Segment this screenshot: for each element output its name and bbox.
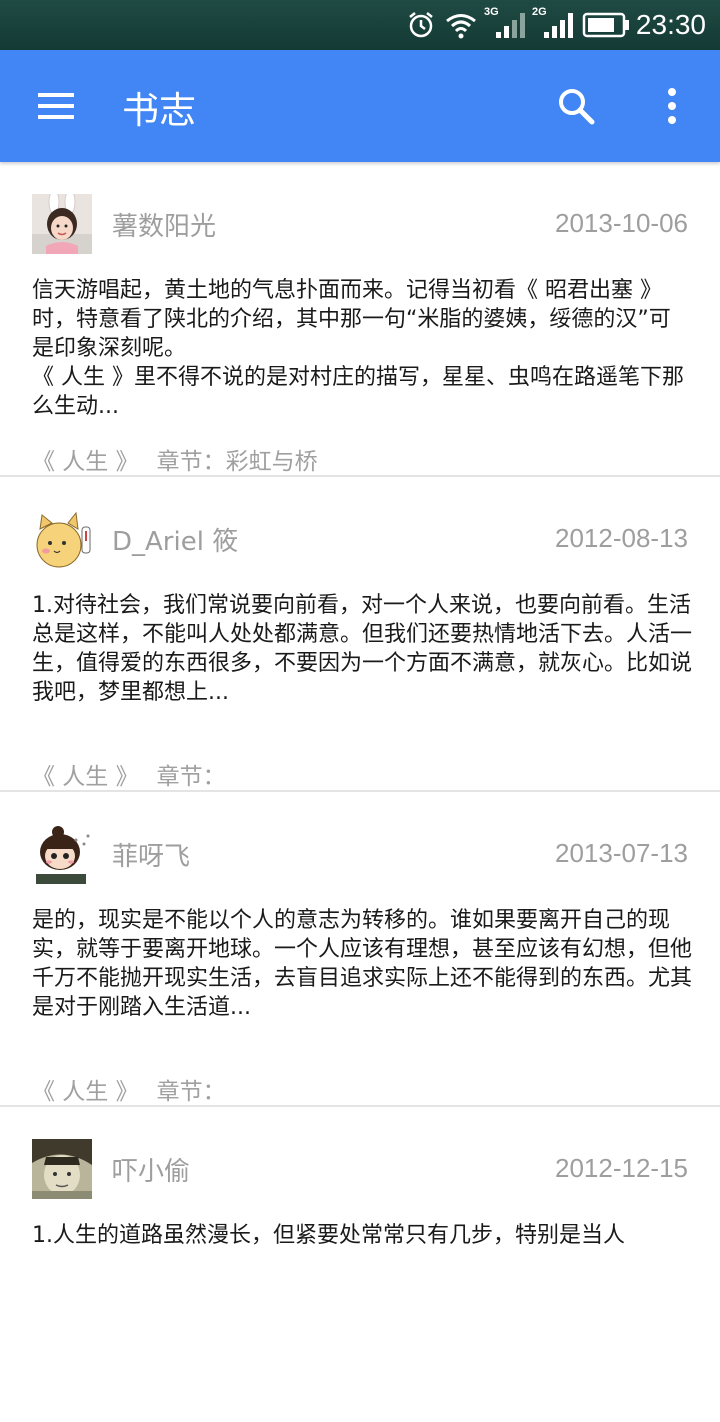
- post-excerpt[interactable]: 是的，现实是不能以个人的意志为转移的。谁如果要离开自己的现实，就等于要离开地球。…: [32, 906, 692, 1022]
- more-vert-icon: [668, 88, 676, 124]
- alarm-icon: [409, 12, 433, 38]
- wifi-icon: [446, 14, 476, 39]
- book-title[interactable]: 《 人生 》: [32, 1079, 139, 1105]
- post-excerpt[interactable]: 1.人生的道路虽然漫长，但紧要处常常只有几步，特别是当人: [32, 1221, 692, 1250]
- signal-2g-icon: 2G: [532, 6, 574, 40]
- post-card[interactable]: 吓小偷 2012-12-15 1.人生的道路虽然漫长，但紧要处常常只有几步，特别…: [0, 1107, 720, 1422]
- post-date: 2013-07-13: [555, 838, 688, 868]
- post-card[interactable]: D_Ariel 筱 2012-08-13 1.对待社会，我们常说要向前看，对一个…: [0, 477, 720, 792]
- post-card[interactable]: 薯数阳光 2013-10-06 信天游唱起，黄土地的气息扑面而来。记得当初看《 …: [0, 162, 720, 477]
- post-username[interactable]: 薯数阳光: [112, 206, 216, 243]
- avatar[interactable]: [32, 1139, 92, 1199]
- post-meta: 《 人生 》章节：: [32, 757, 226, 791]
- menu-button[interactable]: [28, 84, 84, 128]
- page-title: 书志: [122, 89, 196, 132]
- app-bar: 书志: [0, 50, 720, 162]
- avatar[interactable]: [32, 824, 92, 884]
- battery-icon: [582, 12, 629, 38]
- post-feed: 薯数阳光 2013-10-06 信天游唱起，黄土地的气息扑面而来。记得当初看《 …: [0, 162, 720, 1422]
- hamburger-menu-icon: [38, 93, 74, 119]
- post-meta: 《 人生 》章节：: [32, 1072, 226, 1106]
- more-options-button[interactable]: [652, 82, 692, 130]
- avatar[interactable]: [32, 509, 92, 569]
- post-date: 2012-12-15: [555, 1153, 688, 1183]
- avatar[interactable]: [32, 194, 92, 254]
- post-date: 2012-08-13: [555, 523, 688, 553]
- signal-3g-icon: 3G: [484, 6, 526, 40]
- book-title[interactable]: 《 人生 》: [32, 764, 139, 790]
- chapter-label: 章节：: [156, 764, 226, 790]
- post-username[interactable]: D_Ariel 筱: [112, 521, 238, 558]
- post-username[interactable]: 菲呀飞: [112, 836, 190, 873]
- chapter-label: 章节：彩虹与桥: [156, 449, 318, 475]
- post-card[interactable]: 菲呀飞 2013-07-13 是的，现实是不能以个人的意志为转移的。谁如果要离开…: [0, 792, 720, 1107]
- chapter-label: 章节：: [156, 1079, 226, 1105]
- book-title[interactable]: 《 人生 》: [32, 449, 139, 475]
- post-username[interactable]: 吓小偷: [112, 1151, 190, 1188]
- post-excerpt[interactable]: 1.对待社会，我们常说要向前看，对一个人来说，也要向前看。生活总是这样，不能叫人…: [32, 591, 692, 707]
- search-button[interactable]: [552, 82, 600, 130]
- post-date: 2013-10-06: [555, 208, 688, 238]
- search-icon: [559, 89, 595, 125]
- post-excerpt[interactable]: 信天游唱起，黄土地的气息扑面而来。记得当初看《 昭君出塞 》时，特意看了陕北的介…: [32, 276, 692, 421]
- post-meta: 《 人生 》章节：彩虹与桥: [32, 442, 318, 476]
- status-bar: 3G 2G 23:30: [0, 0, 720, 50]
- status-time: 23:30: [635, 9, 706, 40]
